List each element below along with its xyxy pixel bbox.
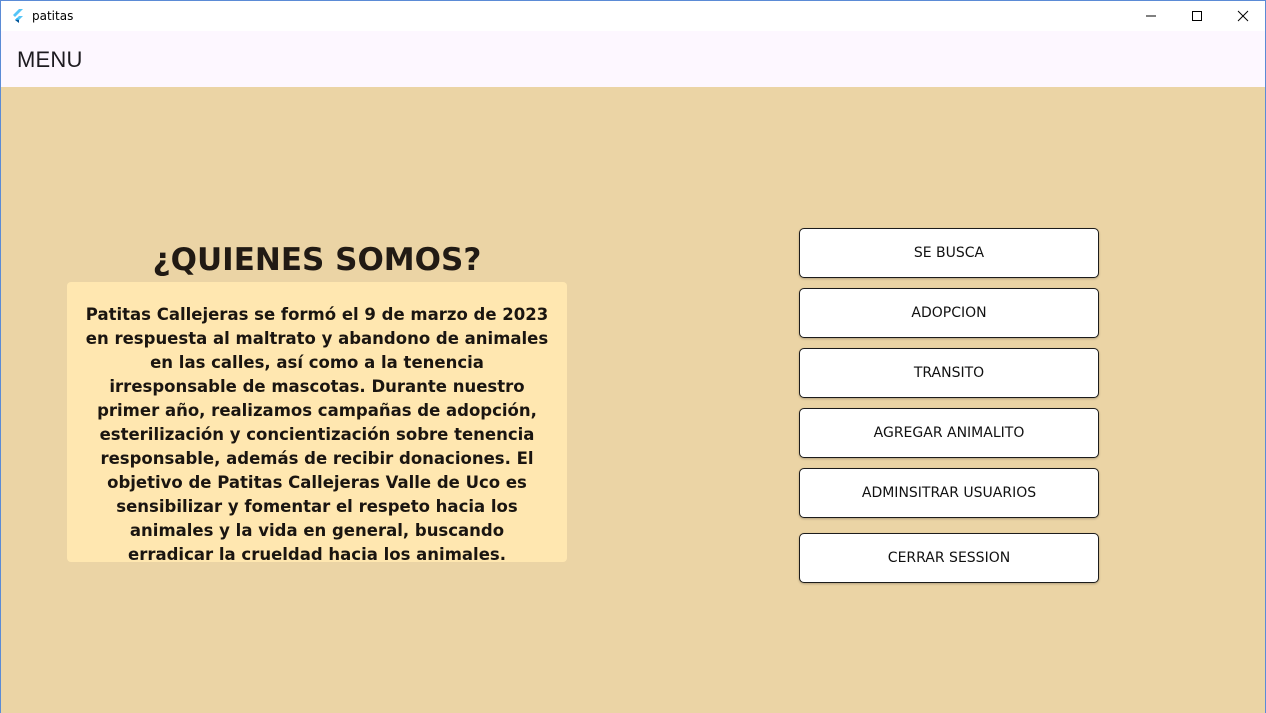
transito-button[interactable]: TRANSITO [799, 348, 1099, 398]
app-bar: MENU [1, 31, 1265, 87]
adopcion-button[interactable]: ADOPCION [799, 288, 1099, 338]
administrar-usuarios-button[interactable]: ADMINSITRAR USUARIOS [799, 468, 1099, 518]
agregar-animalito-button[interactable]: AGREGAR ANIMALITO [799, 408, 1099, 458]
main-content: ¿QUIENES SOMOS? Patitas Callejeras se fo… [1, 87, 1265, 713]
maximize-icon [1192, 11, 1202, 21]
about-text: Patitas Callejeras se formó el 9 de marz… [85, 305, 549, 564]
minimize-button[interactable] [1128, 1, 1174, 31]
se-busca-button[interactable]: SE BUSCA [799, 228, 1099, 278]
close-icon [1237, 10, 1249, 22]
page-title: MENU [17, 47, 83, 72]
window-title: patitas [32, 9, 74, 23]
close-button[interactable] [1220, 1, 1265, 31]
maximize-button[interactable] [1174, 1, 1220, 31]
about-heading: ¿QUIENES SOMOS? [152, 242, 482, 278]
app-window: patitas MENU ¿QUIENES SOMOS? Patitas Cal… [0, 0, 1266, 713]
about-card: Patitas Callejeras se formó el 9 de marz… [67, 282, 567, 564]
cerrar-sesion-button[interactable]: CERRAR SESSION [799, 533, 1099, 583]
minimize-icon [1146, 15, 1156, 17]
flutter-logo-icon [13, 9, 23, 23]
window-titlebar[interactable]: patitas [1, 1, 1265, 31]
